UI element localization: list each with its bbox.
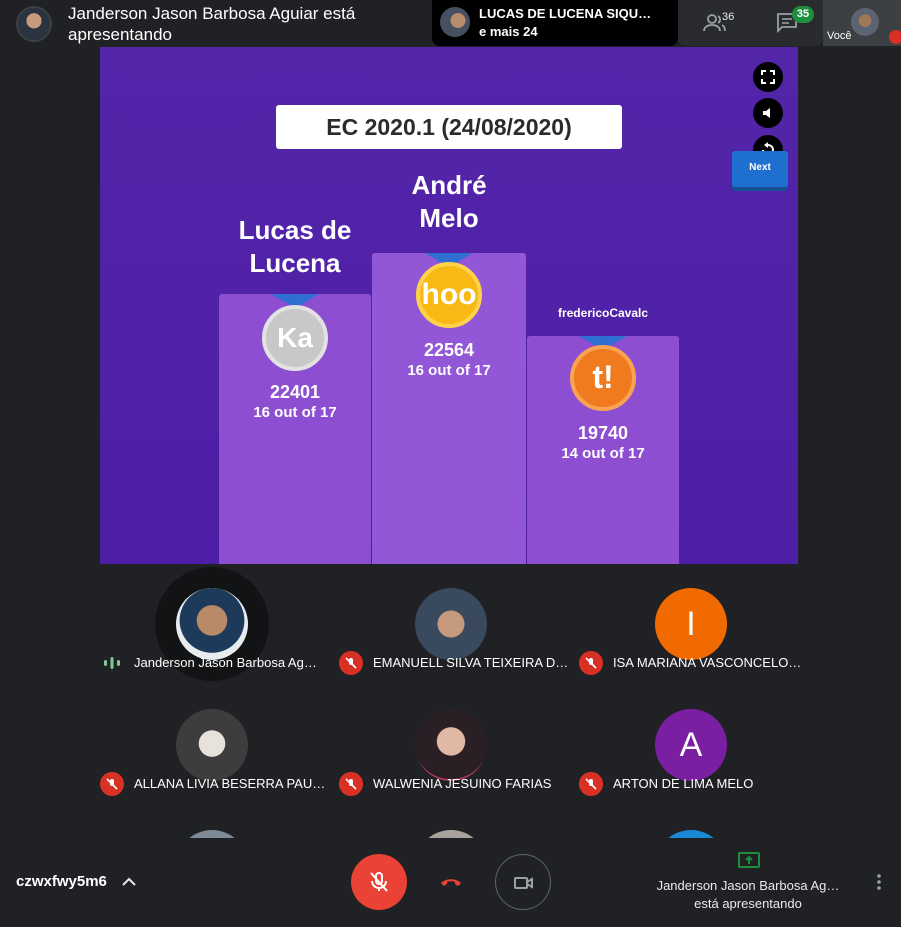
podium-outof-right: 14 out of 17 bbox=[561, 445, 645, 462]
more-options-icon[interactable] bbox=[871, 872, 887, 892]
fullscreen-icon bbox=[761, 70, 775, 84]
chat-badge: 35 bbox=[792, 6, 814, 23]
participant-tile[interactable]: I ISA MARIANA VASCONCELO… bbox=[571, 564, 810, 684]
participant-tile[interactable]: ALLANA LIVIA BESERRA PAU… bbox=[92, 685, 331, 805]
mic-off-icon bbox=[339, 651, 363, 675]
podium-name-left: Lucas de Lucena bbox=[238, 215, 352, 278]
bronze-medal-icon: t! bbox=[570, 345, 636, 411]
pinned-name: LUCAS DE LUCENA SIQU… bbox=[479, 6, 652, 21]
volume-icon bbox=[763, 108, 770, 118]
participant-grid: Janderson Jason Barbosa Ag… EMANUELL SIL… bbox=[92, 564, 810, 838]
presenter-title: Janderson Jason Barbosa Aguiar está apre… bbox=[68, 4, 356, 44]
participant-avatar bbox=[176, 588, 248, 660]
participant-avatar-partial bbox=[176, 830, 248, 838]
people-count: 36 bbox=[722, 11, 735, 23]
mic-off-icon bbox=[579, 772, 603, 796]
podium-outof-left: 16 out of 17 bbox=[253, 404, 337, 421]
participant-avatar-partial bbox=[415, 830, 487, 838]
presenting-name: Janderson Jason Barbosa Ag… bbox=[656, 878, 840, 893]
participant-tile[interactable]: A ARTON DE LIMA MELO bbox=[571, 685, 810, 805]
participant-name: ISA MARIANA VASCONCELO… bbox=[613, 655, 802, 670]
camera-icon bbox=[514, 877, 533, 889]
podium-outof-center: 16 out of 17 bbox=[407, 362, 491, 379]
hangup-button[interactable] bbox=[423, 854, 479, 910]
mic-off-icon bbox=[579, 651, 603, 675]
participant-avatar bbox=[415, 588, 487, 660]
mic-off-icon bbox=[100, 772, 124, 796]
participant-tile[interactable]: WALWENIA JESUINO FARIAS bbox=[331, 685, 570, 805]
podium-score-center: 22564 bbox=[423, 340, 475, 360]
podium-name-right: fredericoCavalc bbox=[557, 306, 649, 320]
participant-avatar: A bbox=[655, 709, 727, 781]
mic-off-icon bbox=[370, 872, 388, 892]
participant-name: ALLANA LIVIA BESERRA PAU… bbox=[134, 776, 326, 791]
mic-off-icon bbox=[339, 772, 363, 796]
mic-toggle-button[interactable] bbox=[351, 854, 407, 910]
presenting-status: está apresentando bbox=[694, 896, 802, 911]
silver-medal-icon: Ka bbox=[262, 305, 328, 371]
speaking-indicator-icon bbox=[104, 657, 120, 669]
participant-avatar-partial bbox=[655, 830, 727, 838]
fullscreen-button[interactable] bbox=[753, 62, 783, 92]
chevron-up-icon[interactable] bbox=[120, 873, 138, 891]
volume-button[interactable] bbox=[753, 98, 783, 128]
participant-tile[interactable]: Janderson Jason Barbosa Ag… bbox=[92, 564, 331, 684]
participant-avatar bbox=[415, 709, 487, 781]
presentation-slide: EC 2020.1 (24/08/2020) Next Lucas de Luc… bbox=[100, 47, 798, 564]
presenting-icon[interactable] bbox=[738, 852, 760, 870]
participant-name: WALWENIA JESUINO FARIAS bbox=[373, 776, 552, 791]
camera-toggle-button[interactable] bbox=[495, 854, 551, 910]
next-button[interactable]: Next bbox=[732, 151, 788, 187]
meet-window: Janderson Jason Barbosa Aguiar está apre… bbox=[0, 0, 901, 927]
podium-score-left: 22401 bbox=[269, 382, 321, 402]
self-label: Você bbox=[827, 30, 852, 42]
pinned-avatar bbox=[440, 7, 470, 37]
participant-name: ARTON DE LIMA MELO bbox=[613, 776, 754, 791]
participant-name: Janderson Jason Barbosa Ag… bbox=[134, 655, 317, 670]
self-avatar bbox=[851, 8, 879, 36]
participant-name: EMANUELL SILVA TEIXEIRA D… bbox=[373, 655, 569, 670]
podium-name-center: André Melo bbox=[411, 170, 487, 233]
pinned-more: e mais 24 bbox=[479, 24, 538, 39]
meeting-code: czwxfwy5m6 bbox=[16, 873, 107, 890]
hangup-icon bbox=[441, 879, 461, 886]
podium-score-right: 19740 bbox=[577, 423, 629, 443]
participant-tile[interactable]: EMANUELL SILVA TEIXEIRA D… bbox=[331, 564, 570, 684]
slide-title: EC 2020.1 (24/08/2020) bbox=[276, 105, 622, 149]
presenter-avatar bbox=[16, 6, 52, 42]
gold-medal-icon: hoo bbox=[416, 262, 482, 328]
participant-avatar: I bbox=[655, 588, 727, 660]
self-mic-off-icon bbox=[889, 30, 901, 44]
participant-avatar bbox=[176, 709, 248, 781]
